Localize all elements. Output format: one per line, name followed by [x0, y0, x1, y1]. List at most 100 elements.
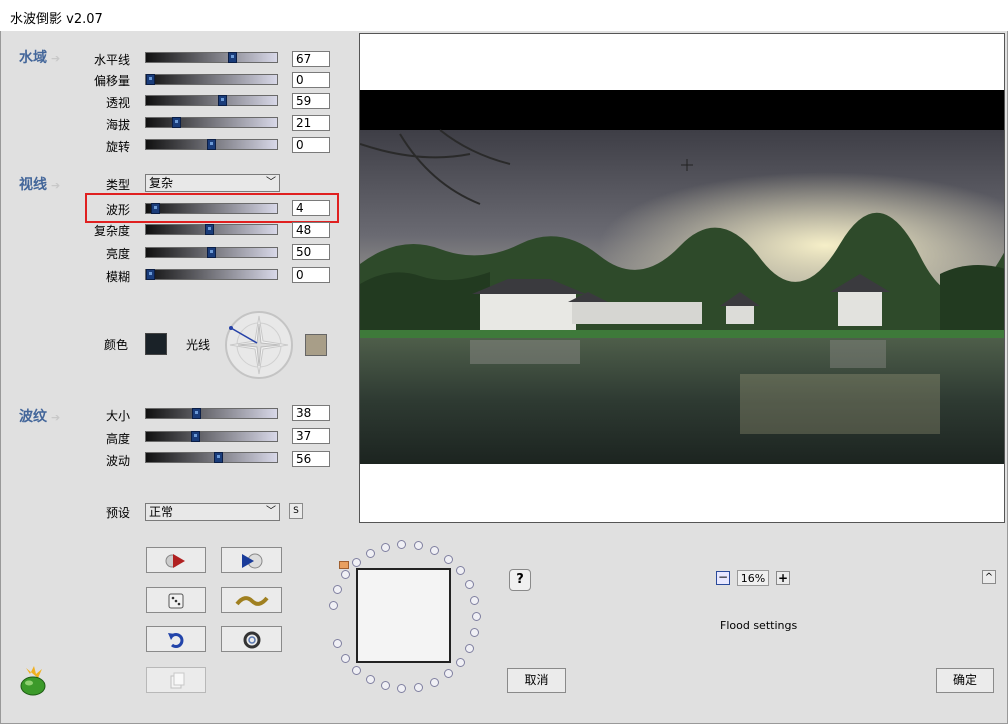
offset-label: 偏移量	[93, 74, 130, 88]
rotation-slider[interactable]	[145, 139, 278, 150]
complexity-input[interactable]: 48	[292, 222, 330, 238]
light-color-swatch[interactable]	[305, 334, 327, 356]
ring-position-dot[interactable]	[456, 658, 465, 667]
size-slider[interactable]	[145, 408, 278, 419]
brightness-slider[interactable]	[145, 247, 278, 258]
cancel-button[interactable]: 取消	[507, 668, 566, 693]
blur-input[interactable]: 0	[292, 267, 330, 283]
save-preset-button[interactable]: S	[289, 503, 303, 519]
wave-slider[interactable]	[145, 203, 278, 214]
slider-thumb[interactable]	[192, 408, 201, 419]
rotation-input[interactable]: 0	[292, 137, 330, 153]
ring-position-dot[interactable]	[465, 580, 474, 589]
complexity-slider[interactable]	[145, 224, 278, 235]
horizon-label: 水平线	[93, 53, 130, 67]
ring-position-dot[interactable]	[414, 683, 423, 692]
size-label: 大小	[105, 409, 130, 423]
slider-thumb[interactable]	[207, 139, 216, 150]
type-select[interactable]: 复杂 ﹀	[145, 174, 280, 192]
slider-thumb[interactable]	[191, 431, 200, 442]
zoom-out-button[interactable]: −	[716, 571, 730, 585]
dice-icon	[168, 593, 184, 609]
ring-position-dot[interactable]	[456, 566, 465, 575]
motion-slider[interactable]	[145, 452, 278, 463]
thumbnail-preview[interactable]	[356, 568, 451, 663]
size-input[interactable]: 38	[292, 405, 330, 421]
perspective-label: 透视	[105, 96, 130, 110]
undo-button[interactable]	[146, 626, 206, 652]
ring-button[interactable]	[221, 626, 282, 652]
ring-position-dot[interactable]	[397, 540, 406, 549]
slider-thumb[interactable]	[146, 74, 155, 85]
slider-thumb[interactable]	[228, 52, 237, 63]
undo-icon	[168, 633, 184, 648]
color-swatch[interactable]	[145, 333, 167, 355]
ring-position-dot[interactable]	[352, 666, 361, 675]
wave-label: 波形	[105, 203, 130, 217]
ring-position-dot[interactable]	[414, 541, 423, 550]
copy-button[interactable]	[146, 667, 206, 693]
horizon-slider[interactable]	[145, 52, 278, 63]
ring-position-dot[interactable]	[397, 684, 406, 693]
ring-position-dot[interactable]	[329, 601, 338, 610]
perspective-slider[interactable]	[145, 95, 278, 106]
ring-position-dot[interactable]	[465, 644, 474, 653]
ring-position-dot[interactable]	[333, 639, 342, 648]
flaming-pear-logo-icon	[20, 666, 46, 696]
ring-position-dot[interactable]	[366, 549, 375, 558]
chevron-down-icon: ﹀	[266, 506, 276, 517]
ring-position-dot[interactable]	[472, 612, 481, 621]
preview-canvas[interactable]	[359, 33, 1005, 523]
slider-thumb[interactable]	[218, 95, 227, 106]
render-button[interactable]	[221, 547, 282, 573]
section-ripple-label: 波纹	[19, 409, 47, 425]
ring-position-dot[interactable]	[381, 681, 390, 690]
motion-input[interactable]: 56	[292, 451, 330, 467]
light-direction-dial[interactable]	[224, 310, 294, 380]
chevron-down-icon: ﹀	[266, 177, 276, 188]
blur-slider[interactable]	[145, 269, 278, 280]
altitude-slider[interactable]	[145, 117, 278, 128]
preset-select[interactable]: 正常 ﹀	[145, 503, 280, 521]
flood-settings-label: Flood settings	[720, 619, 798, 632]
brightness-label: 亮度	[105, 247, 130, 261]
slider-thumb[interactable]	[207, 247, 216, 258]
section-view-label: 视线	[19, 177, 47, 193]
ring-position-dot[interactable]	[444, 555, 453, 564]
help-button[interactable]: ?	[509, 569, 531, 591]
height-input[interactable]: 37	[292, 428, 330, 444]
wave-button[interactable]	[221, 587, 282, 613]
random-button[interactable]	[146, 587, 206, 613]
offset-input[interactable]: 0	[292, 72, 330, 88]
offset-slider[interactable]	[145, 74, 278, 85]
height-slider[interactable]	[145, 431, 278, 442]
ring-position-dot[interactable]	[381, 543, 390, 552]
ok-button[interactable]: 确定	[936, 668, 994, 693]
slider-thumb[interactable]	[214, 452, 223, 463]
preset-label: 预设	[105, 506, 130, 520]
brightness-input[interactable]: 50	[292, 244, 330, 260]
slider-thumb[interactable]	[172, 117, 181, 128]
perspective-input[interactable]: 59	[292, 93, 330, 109]
window-title: 水波倒影 v2.07	[10, 12, 103, 27]
ring-position-dot[interactable]	[470, 596, 479, 605]
ring-position-dot[interactable]	[366, 675, 375, 684]
collapse-button[interactable]: ^	[982, 570, 996, 584]
slider-thumb[interactable]	[205, 224, 214, 235]
play-button[interactable]	[146, 547, 206, 573]
ring-position-dot[interactable]	[430, 678, 439, 687]
wave-input[interactable]: 4	[292, 200, 330, 216]
ring-position-dot[interactable]	[341, 654, 350, 663]
ring-handle[interactable]	[339, 561, 349, 569]
zoom-in-button[interactable]: +	[776, 571, 790, 585]
altitude-input[interactable]: 21	[292, 115, 330, 131]
ring-position-dot[interactable]	[444, 669, 453, 678]
horizon-input[interactable]: 67	[292, 51, 330, 67]
ring-position-dot[interactable]	[333, 585, 342, 594]
slider-thumb[interactable]	[146, 269, 155, 280]
ring-position-dot[interactable]	[352, 558, 361, 567]
ring-position-dot[interactable]	[430, 546, 439, 555]
slider-thumb[interactable]	[151, 203, 160, 214]
ring-position-dot[interactable]	[470, 628, 479, 637]
ring-position-dot[interactable]	[341, 570, 350, 579]
